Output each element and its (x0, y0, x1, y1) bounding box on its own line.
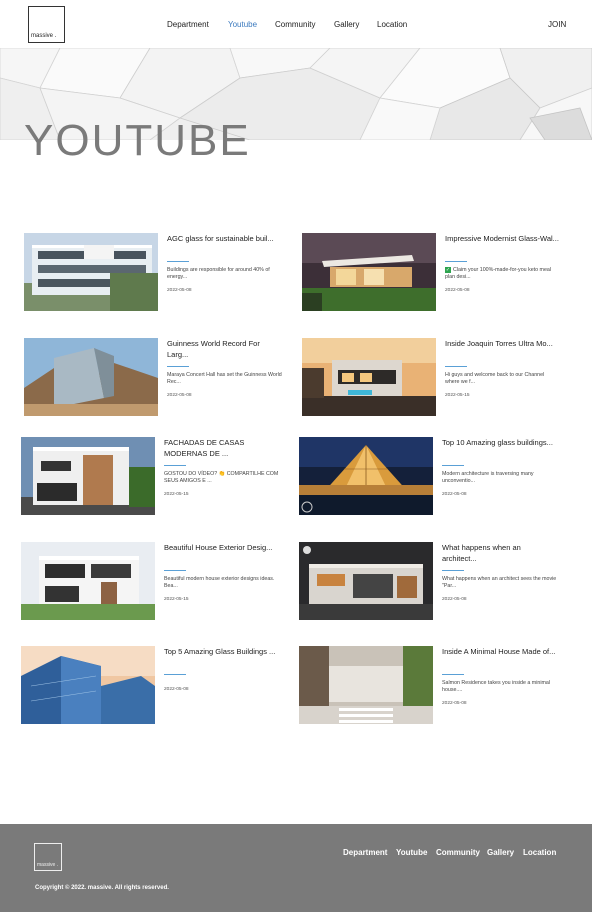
nav-department[interactable]: Department (167, 20, 209, 29)
copyright: Copyright © 2022. massive. All rights re… (35, 885, 169, 891)
main-nav: Department Youtube Community Gallery Loc… (0, 20, 592, 32)
video-title[interactable]: FACHADAS DE CASAS MODERNAS DE ... (164, 437, 279, 459)
video-title[interactable]: Guinness World Record For Larg... (167, 338, 282, 360)
video-title[interactable]: Impressive Modernist Glass-Wal... (445, 233, 560, 244)
video-description: Salmon Residence takes you inside a mini… (442, 680, 551, 693)
divider (442, 570, 464, 571)
video-description: GOSTOU DO VÍDEO? 👏 COMPARTILHE COM SEUS … (164, 471, 279, 484)
footer-nav-department[interactable]: Department (343, 848, 387, 857)
video-title[interactable]: Top 10 Amazing glass buildings... (442, 437, 557, 448)
video-thumbnail[interactable] (302, 338, 436, 416)
video-date: 2022-05-15 (164, 492, 189, 497)
nav-location[interactable]: Location (377, 20, 407, 29)
video-date: 2022-05-08 (445, 288, 470, 293)
video-title[interactable]: What happens when an architect... (442, 542, 557, 564)
video-date: 2022-05-08 (164, 687, 189, 692)
video-card[interactable]: FACHADAS DE CASAS MODERNAS DE ... GOSTOU… (21, 437, 291, 517)
video-thumbnail[interactable] (302, 233, 436, 311)
video-thumbnail[interactable] (299, 437, 433, 515)
video-description: ✓ Claim your 100%-made-for-you keto meal … (445, 267, 552, 280)
video-card[interactable]: Inside Joaquin Torres Ultra Mo... Hi guy… (302, 338, 572, 418)
footer-nav-community[interactable]: Community (436, 848, 480, 857)
video-thumbnail[interactable] (21, 646, 155, 724)
video-date: 2022-05-08 (442, 597, 467, 602)
video-card[interactable]: Top 5 Amazing Glass Buildings ... 2022-0… (21, 646, 291, 726)
video-date: 2022-05-08 (167, 393, 192, 398)
video-thumbnail[interactable] (21, 542, 155, 620)
divider (167, 261, 189, 262)
divider (164, 570, 186, 571)
video-date: 2022-05-15 (445, 393, 470, 398)
video-card[interactable]: Inside A Minimal House Made of... Salmon… (299, 646, 569, 726)
video-card[interactable]: Beautiful House Exterior Desig... Beauti… (21, 542, 291, 622)
footer-logo[interactable]: massive . (34, 843, 62, 871)
video-description: Buildings are responsible for around 40%… (167, 267, 270, 280)
checkmark-icon: ✓ (445, 267, 451, 273)
divider (164, 674, 186, 675)
video-thumbnail[interactable] (299, 542, 433, 620)
nav-gallery[interactable]: Gallery (334, 20, 359, 29)
video-description: What happens when an architect sees the … (442, 576, 557, 589)
nav-youtube[interactable]: Youtube (228, 20, 257, 29)
video-card[interactable]: Guinness World Record For Larg... Maraya… (24, 338, 294, 418)
divider (442, 465, 464, 466)
video-card[interactable]: AGC glass for sustainable buil... Buildi… (24, 233, 294, 313)
video-title[interactable]: AGC glass for sustainable buil... (167, 233, 282, 244)
divider (445, 366, 467, 367)
divider (445, 261, 467, 262)
video-card[interactable]: Impressive Modernist Glass-Wal... ✓ Claim… (302, 233, 572, 313)
video-date: 2022-05-08 (442, 492, 467, 497)
divider (164, 465, 186, 466)
video-description: Maraya Concert Hall has set the Guinness… (167, 372, 282, 385)
video-title[interactable]: Beautiful House Exterior Desig... (164, 542, 279, 553)
video-date: 2022-05-15 (164, 597, 189, 602)
nav-community[interactable]: Community (275, 20, 315, 29)
video-title[interactable]: Inside A Minimal House Made of... (442, 646, 557, 657)
video-card[interactable]: What happens when an architect... What h… (299, 542, 569, 622)
footer-nav-gallery[interactable]: Gallery (487, 848, 514, 857)
page-title: YOUTUBE (24, 116, 251, 165)
video-date: 2022-05-08 (167, 288, 192, 293)
video-thumbnail[interactable] (24, 233, 158, 311)
video-description: Hi guys and welcome back to our Channel … (445, 372, 545, 385)
footer-nav-youtube[interactable]: Youtube (396, 848, 427, 857)
video-title[interactable]: Inside Joaquin Torres Ultra Mo... (445, 338, 560, 349)
video-thumbnail[interactable] (21, 437, 155, 515)
video-card[interactable]: Top 10 Amazing glass buildings... Modern… (299, 437, 569, 517)
site-header: massive . Department Youtube Community G… (0, 0, 592, 48)
video-thumbnail[interactable] (299, 646, 433, 724)
video-thumbnail[interactable] (24, 338, 158, 416)
video-date: 2022-05-08 (442, 701, 467, 706)
divider (167, 366, 189, 367)
site-footer: massive . Department Youtube Community G… (0, 824, 592, 912)
divider (442, 674, 464, 675)
video-description: Modern architecture is traversing many u… (442, 471, 534, 484)
video-title[interactable]: Top 5 Amazing Glass Buildings ... (164, 646, 279, 657)
footer-logo-text: massive . (37, 862, 59, 868)
logo-text: massive . (31, 33, 57, 39)
video-description: Beautiful modern house exterior designs … (164, 576, 275, 589)
footer-nav-location[interactable]: Location (523, 848, 556, 857)
join-button[interactable]: JOIN (548, 20, 566, 29)
